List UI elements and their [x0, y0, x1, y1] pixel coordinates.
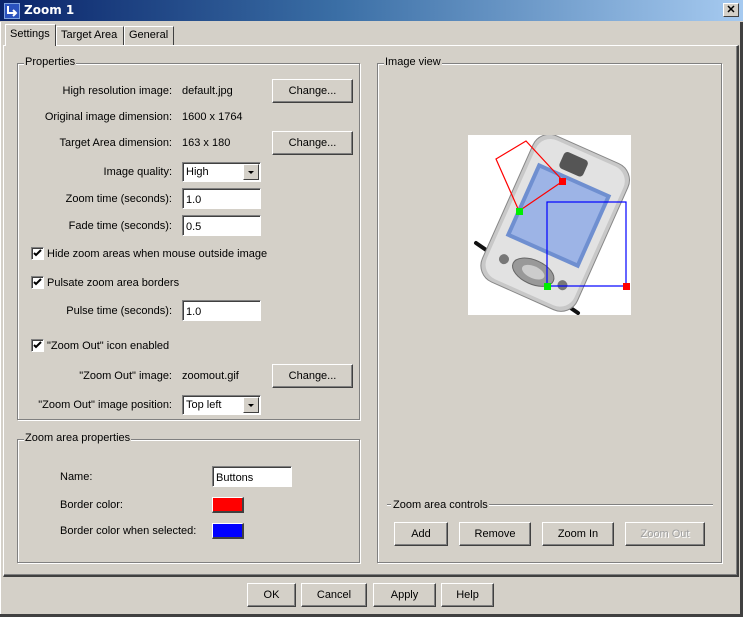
zoom-time-input[interactable]: [182, 188, 261, 209]
controls-divider: [489, 504, 713, 506]
hide-zoom-label: Hide zoom areas when mouse outside image: [47, 248, 268, 260]
checkmark-icon: [33, 278, 42, 286]
selected-color-label: Border color when selected:: [60, 525, 197, 537]
tab-label: Target Area: [61, 29, 118, 41]
quality-value: High: [186, 166, 209, 178]
resize-handle: [623, 283, 630, 290]
apply-button[interactable]: Apply: [373, 583, 436, 607]
zoomout-icon-label: "Zoom Out" icon enabled: [47, 340, 170, 352]
pulsate-label: Pulsate zoom area borders: [47, 277, 180, 289]
high-res-value: default.jpg: [182, 85, 233, 97]
help-button[interactable]: Help: [441, 583, 494, 607]
pulsate-checkbox[interactable]: [31, 276, 44, 289]
zoom-area-controls-title: Zoom area controls: [393, 499, 488, 511]
cancel-button[interactable]: Cancel: [301, 583, 367, 607]
title-bar[interactable]: Zoom 1 ✕: [0, 0, 743, 22]
checkmark-icon: [33, 341, 42, 349]
change-zoomout-image-button[interactable]: Change...: [272, 364, 353, 388]
fade-time-label: Fade time (seconds):: [68, 220, 172, 232]
controls-divider: [387, 504, 391, 506]
zoom-time-label: Zoom time (seconds):: [65, 193, 172, 205]
checkmark-icon: [33, 249, 42, 257]
group-title: Properties: [24, 56, 77, 68]
close-icon: ✕: [726, 4, 736, 16]
orig-dim-label: Original image dimension:: [44, 111, 172, 123]
zoomout-image-value: zoomout.gif: [182, 370, 239, 382]
zoom-in-button[interactable]: Zoom In: [542, 522, 614, 546]
zoomout-position-value: Top left: [186, 399, 222, 411]
chevron-down-icon[interactable]: [243, 397, 259, 413]
orig-dim-value: 1600 x 1764: [182, 111, 243, 123]
pulse-time-label: Pulse time (seconds):: [66, 305, 172, 317]
close-button[interactable]: ✕: [723, 3, 739, 17]
tab-target-area[interactable]: Target Area: [56, 26, 124, 45]
border-color-swatch[interactable]: [212, 497, 244, 513]
name-input[interactable]: [212, 466, 292, 487]
change-target-dim-button[interactable]: Change...: [272, 131, 353, 155]
hide-zoom-checkbox[interactable]: [31, 247, 44, 260]
resize-handle: [544, 283, 551, 290]
zoomout-position-label: "Zoom Out" image position:: [38, 399, 172, 411]
pda-image: [474, 133, 630, 315]
tab-general[interactable]: General: [124, 26, 174, 45]
fade-time-input[interactable]: [182, 215, 261, 236]
app-icon: [4, 3, 20, 19]
tab-settings[interactable]: Settings: [5, 24, 56, 46]
remove-button[interactable]: Remove: [459, 522, 531, 546]
frame-edge: [0, 22, 1, 617]
add-button[interactable]: Add: [394, 522, 448, 546]
pulse-time-input[interactable]: [182, 300, 261, 321]
zoom-out-button[interactable]: Zoom Out: [625, 522, 705, 546]
group-title: Image view: [384, 56, 442, 68]
quality-label: Image quality:: [103, 166, 172, 178]
border-color-label: Border color:: [60, 499, 123, 511]
group-title: Zoom area properties: [24, 432, 132, 444]
change-high-res-button[interactable]: Change...: [272, 79, 353, 103]
resize-handle: [516, 208, 523, 215]
target-dim-value: 163 x 180: [182, 137, 231, 149]
zoomout-position-select[interactable]: Top left: [182, 395, 261, 415]
zoomout-image-label: "Zoom Out" image:: [79, 370, 172, 382]
tab-label: Settings: [10, 28, 50, 40]
window-title: Zoom 1: [24, 3, 75, 17]
ok-button[interactable]: OK: [247, 583, 296, 607]
quality-select[interactable]: High: [182, 162, 261, 182]
high-res-label: High resolution image:: [62, 85, 172, 97]
selected-color-swatch[interactable]: [212, 523, 244, 539]
name-label: Name:: [60, 471, 93, 483]
tab-label: General: [129, 29, 169, 41]
zoomout-icon-checkbox[interactable]: [31, 339, 44, 352]
image-preview[interactable]: [468, 133, 631, 315]
chevron-down-icon[interactable]: [243, 164, 259, 180]
resize-handle: [559, 178, 566, 185]
target-dim-label: Target Area dimension:: [59, 137, 172, 149]
